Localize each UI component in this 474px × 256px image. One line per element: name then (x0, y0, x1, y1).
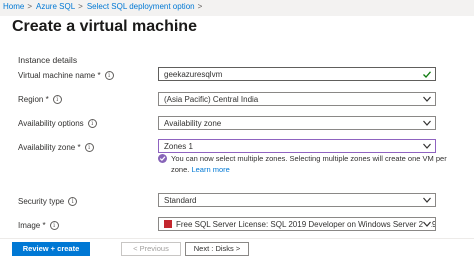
availability-zone-select[interactable]: Zones 1 (158, 139, 436, 153)
breadcrumb-separator: > (78, 2, 83, 11)
breadcrumb-home[interactable]: Home (3, 2, 24, 11)
learn-more-link[interactable]: Learn more (191, 165, 229, 174)
breadcrumb-separator: > (197, 2, 203, 11)
breadcrumb-sql-deployment[interactable]: Select SQL deployment option (87, 2, 195, 11)
security-type-value: Standard (164, 196, 197, 205)
image-value: Free SQL Server License: SQL 2019 Develo… (176, 220, 436, 229)
security-type-label: Security type i (18, 197, 78, 207)
breadcrumb-azure-sql[interactable]: Azure SQL (36, 2, 75, 11)
availability-zone-value: Zones 1 (164, 142, 193, 151)
review-create-button[interactable]: Review + create (12, 242, 90, 256)
image-select[interactable]: Free SQL Server License: SQL 2019 Develo… (158, 217, 436, 231)
image-label: Image * i (18, 221, 59, 231)
page-title: Create a virtual machine (12, 18, 197, 35)
chevron-down-icon (423, 221, 431, 227)
info-icon[interactable]: i (84, 143, 94, 153)
ellipsis-icon[interactable]: ... (176, 21, 187, 32)
availability-zone-label: Availability zone * i (18, 143, 94, 153)
info-icon[interactable]: i (87, 119, 97, 129)
multi-zone-info-note: You can now select multiple zones. Selec… (158, 153, 448, 175)
info-check-icon (158, 154, 167, 163)
availability-options-value: Availability zone (164, 119, 222, 128)
section-heading: Instance details (18, 55, 78, 65)
breadcrumb-separator: > (27, 2, 33, 11)
vm-name-value: geekazuresqlvm (164, 70, 223, 79)
chevron-down-icon (423, 120, 431, 126)
previous-button[interactable]: < Previous (121, 242, 181, 256)
breadcrumb: Home > Azure SQL > Select SQL deployment opt… (3, 2, 206, 11)
region-select[interactable]: (Asia Pacific) Central India (158, 92, 436, 106)
checkmark-icon (423, 71, 431, 78)
vm-name-label: Virtual machine name * i (18, 71, 114, 81)
info-icon[interactable]: i (104, 71, 114, 81)
security-type-select[interactable]: Standard (158, 193, 436, 207)
chevron-down-icon (423, 143, 431, 149)
availability-options-select[interactable]: Availability zone (158, 116, 436, 130)
region-value: (Asia Pacific) Central India (164, 95, 259, 104)
chevron-down-icon (423, 197, 431, 203)
info-icon[interactable]: i (49, 221, 59, 231)
info-icon[interactable]: i (52, 95, 62, 105)
availability-options-label: Availability options i (18, 119, 97, 129)
region-label: Region * i (18, 95, 62, 105)
vm-name-input[interactable]: geekazuresqlvm (158, 67, 436, 81)
info-icon[interactable]: i (68, 197, 78, 207)
chevron-down-icon (423, 96, 431, 102)
sql-server-icon (164, 220, 172, 228)
next-disks-button[interactable]: Next : Disks > (185, 242, 249, 256)
